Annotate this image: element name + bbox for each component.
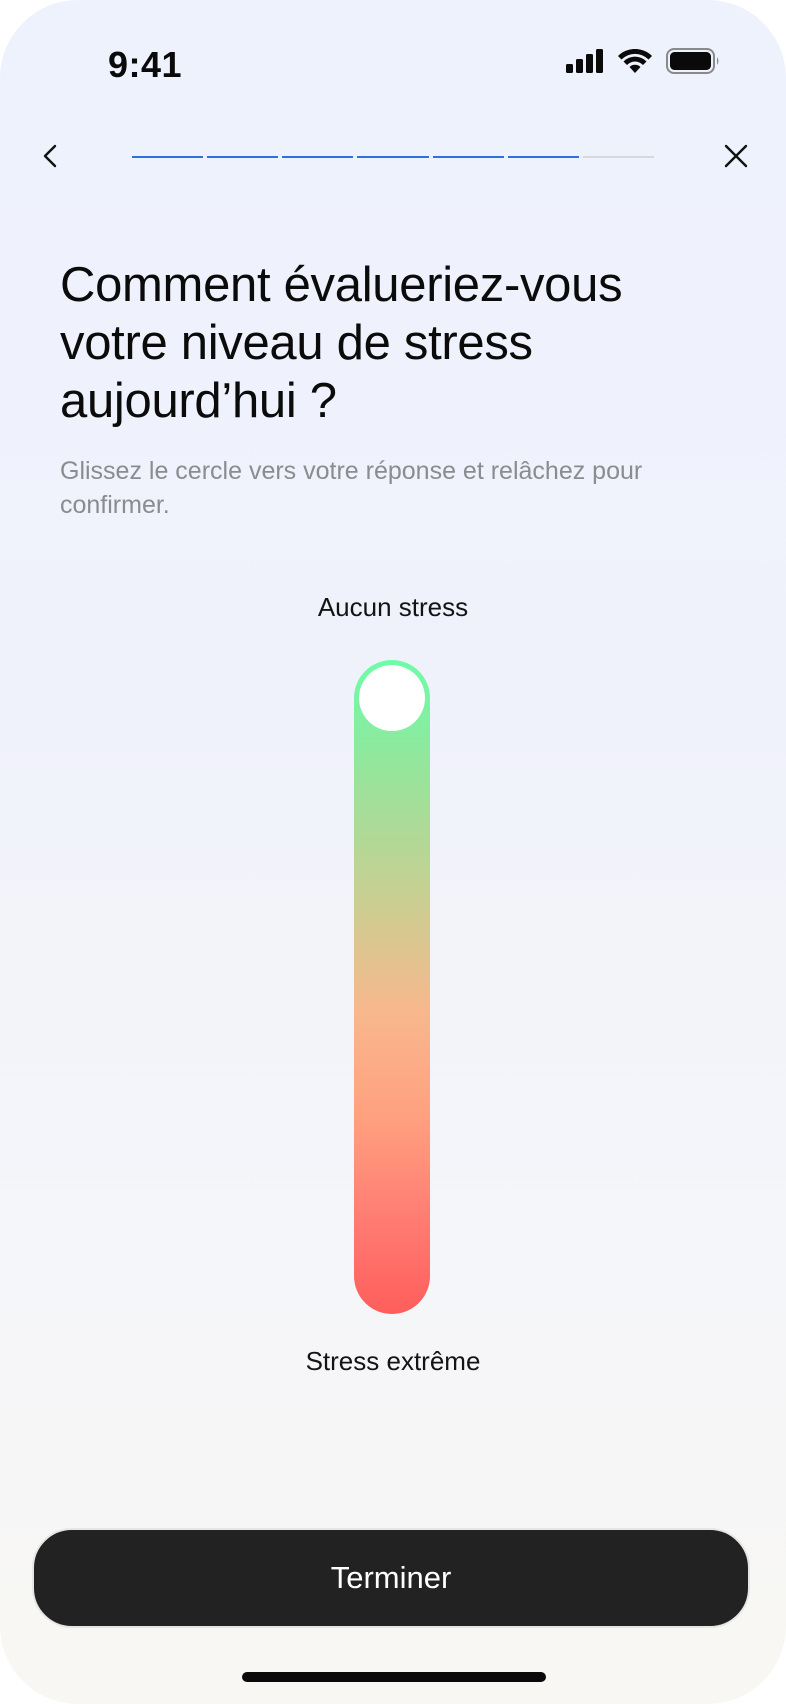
status-time: 9:41 <box>108 44 183 85</box>
wifi-icon <box>618 49 652 73</box>
status-icons <box>566 48 720 74</box>
finish-button[interactable]: Terminer <box>32 1528 750 1628</box>
progress-segment <box>132 156 204 158</box>
progress-segment <box>582 156 654 158</box>
progress-segment <box>432 156 504 158</box>
progress-segment <box>507 156 579 158</box>
slider-bottom-label: Stress extrême <box>305 1346 481 1376</box>
slider-top-label: Aucun stress <box>317 592 469 622</box>
question-subtitle: Glissez le cercle vers votre réponse et … <box>60 457 643 519</box>
progress-segment <box>357 156 429 158</box>
progress-segment <box>207 156 279 158</box>
close-icon <box>723 143 749 174</box>
home-indicator <box>242 1672 546 1682</box>
chevron-left-icon <box>40 143 60 174</box>
cellular-signal-icon <box>566 49 604 73</box>
back-button[interactable] <box>30 138 70 178</box>
question-title: Comment évalueriez-vous votre niveau de … <box>60 258 623 428</box>
progress-bar <box>132 156 654 159</box>
close-button[interactable] <box>716 138 756 178</box>
progress-segment <box>282 156 354 158</box>
battery-icon <box>666 48 720 74</box>
stress-slider-track[interactable] <box>354 660 430 1314</box>
stress-slider-knob[interactable] <box>359 665 425 731</box>
screen: 9:41 Comment évalueriez-vous votre nivea… <box>0 0 786 1704</box>
